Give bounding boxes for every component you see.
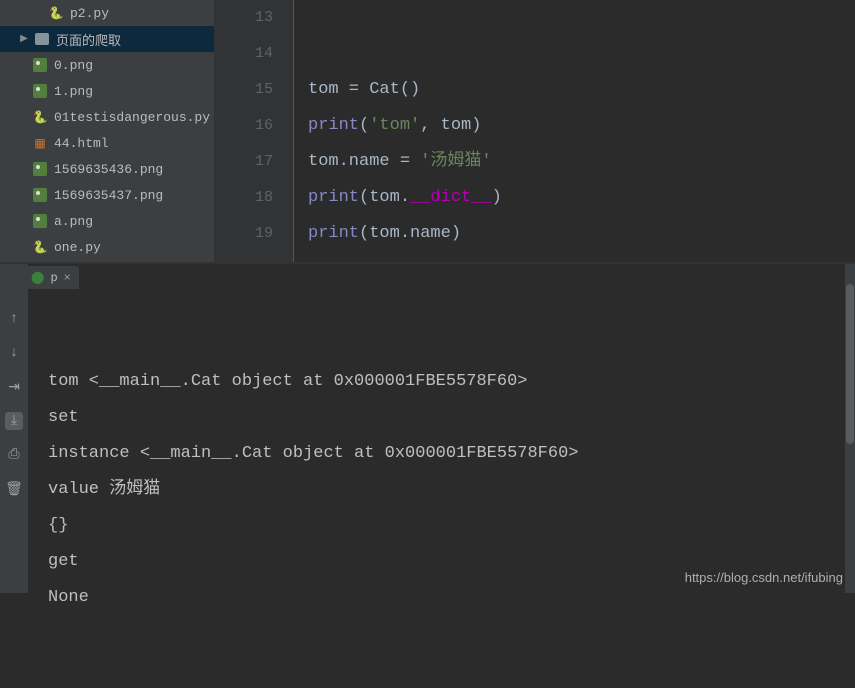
- console-line: instance <__main__.Cat object at 0x00000…: [48, 436, 855, 472]
- project-tree[interactable]: 🐍 p2.py ▶ 页面的爬取 0.png 1.png 🐍 01testisdangerous…: [0, 0, 214, 262]
- code-token: tom =: [308, 80, 369, 99]
- tree-item-png[interactable]: 0.png: [0, 52, 214, 78]
- console-panel: ⬤ p × ↑ ↓ ⇥ ⤓ ⎙ 🗑 tom <__main__.Cat obje…: [0, 264, 855, 593]
- tree-item-label: 1569635436.png: [54, 162, 163, 177]
- tree-item-label: 1.png: [54, 84, 93, 99]
- line-number: 14: [214, 36, 273, 72]
- folder-icon: [34, 31, 50, 47]
- image-icon: [32, 161, 48, 177]
- arrow-down-icon[interactable]: ↓: [5, 344, 23, 362]
- image-icon: [32, 57, 48, 73]
- tree-item-python[interactable]: 🐍 01testisdangerous.py: [0, 104, 214, 130]
- console-line: None: [48, 580, 855, 616]
- tree-item-png[interactable]: 1.png: [0, 78, 214, 104]
- code-token: '汤姆猫': [420, 152, 491, 171]
- line-number: 13: [214, 0, 273, 36]
- print-icon[interactable]: ⎙: [5, 446, 23, 464]
- code-token: (tom.: [359, 188, 410, 207]
- code-token: print: [308, 188, 359, 207]
- tree-item-folder[interactable]: ▶ 页面的爬取: [0, 26, 214, 52]
- wrap-icon[interactable]: ⇥: [5, 378, 23, 396]
- line-number: 19: [214, 216, 273, 252]
- image-icon: [32, 83, 48, 99]
- line-number: 16: [214, 108, 273, 144]
- code-token: print: [308, 116, 359, 135]
- image-icon: [32, 187, 48, 203]
- line-number: 17: [214, 144, 273, 180]
- tree-item-label: 页面的爬取: [56, 30, 121, 49]
- console-line: tom <__main__.Cat object at 0x000001FBE5…: [48, 364, 855, 400]
- code-token: (: [359, 116, 369, 135]
- tree-item-label: 1569635437.png: [54, 188, 163, 203]
- code-token: (): [400, 80, 420, 99]
- tree-item-python[interactable]: 🐍 p2.py: [0, 0, 214, 26]
- tree-item-html[interactable]: ▦ 44.html: [0, 130, 214, 156]
- image-icon: [32, 213, 48, 229]
- python-icon: 🐍: [32, 239, 48, 255]
- console-line: {}: [48, 508, 855, 544]
- tree-item-png[interactable]: 1569635437.png: [0, 182, 214, 208]
- delete-icon[interactable]: 🗑: [5, 480, 23, 498]
- chevron-right-icon[interactable]: ▶: [18, 33, 30, 45]
- scroll-thumb[interactable]: [846, 284, 854, 444]
- code-token: 'tom': [369, 116, 420, 135]
- tree-item-label: 0.png: [54, 58, 93, 73]
- line-number: 15: [214, 72, 273, 108]
- code-token: Cat: [369, 80, 400, 99]
- python-icon: 🐍: [32, 109, 48, 125]
- code-token: print: [308, 224, 359, 243]
- code-token: ): [492, 188, 502, 207]
- html-icon: ▦: [32, 135, 48, 151]
- code-token: tom.name =: [308, 152, 420, 171]
- line-number: 18: [214, 180, 273, 216]
- code-token: __dict__: [410, 188, 492, 207]
- scroll-end-icon[interactable]: ⤓: [5, 412, 23, 430]
- tree-item-label: p2.py: [70, 6, 109, 21]
- arrow-up-icon[interactable]: ↑: [5, 310, 23, 328]
- console-line: value 汤姆猫: [48, 472, 855, 508]
- tree-item-png[interactable]: a.png: [0, 208, 214, 234]
- code-content[interactable]: tom = Cat() print('tom', tom) tom.name =…: [294, 0, 855, 262]
- tree-item-png[interactable]: 1569635436.png: [0, 156, 214, 182]
- tree-item-label: a.png: [54, 214, 93, 229]
- console-output[interactable]: tom <__main__.Cat object at 0x000001FBE5…: [28, 264, 855, 593]
- main-area: 🐍 p2.py ▶ 页面的爬取 0.png 1.png 🐍 01testisdangerous…: [0, 0, 855, 262]
- tree-item-python[interactable]: 🐍 one.py: [0, 234, 214, 260]
- tree-item-label: 01testisdangerous.py: [54, 110, 210, 125]
- tree-item-label: 44.html: [54, 136, 109, 151]
- scrollbar-vertical[interactable]: [845, 264, 855, 593]
- tree-item-label: one.py: [54, 240, 101, 255]
- code-token: , tom): [420, 116, 481, 135]
- watermark: https://blog.csdn.net/ifubing: [685, 570, 843, 585]
- code-token: (tom.name): [359, 224, 461, 243]
- python-icon: 🐍: [48, 5, 64, 21]
- console-toolbar: ↑ ↓ ⇥ ⤓ ⎙ 🗑: [0, 264, 28, 593]
- gutter: 13 14 15 16 17 18 19: [214, 0, 294, 262]
- editor[interactable]: 13 14 15 16 17 18 19 tom = Cat() print('…: [214, 0, 855, 262]
- console-line: set: [48, 400, 855, 436]
